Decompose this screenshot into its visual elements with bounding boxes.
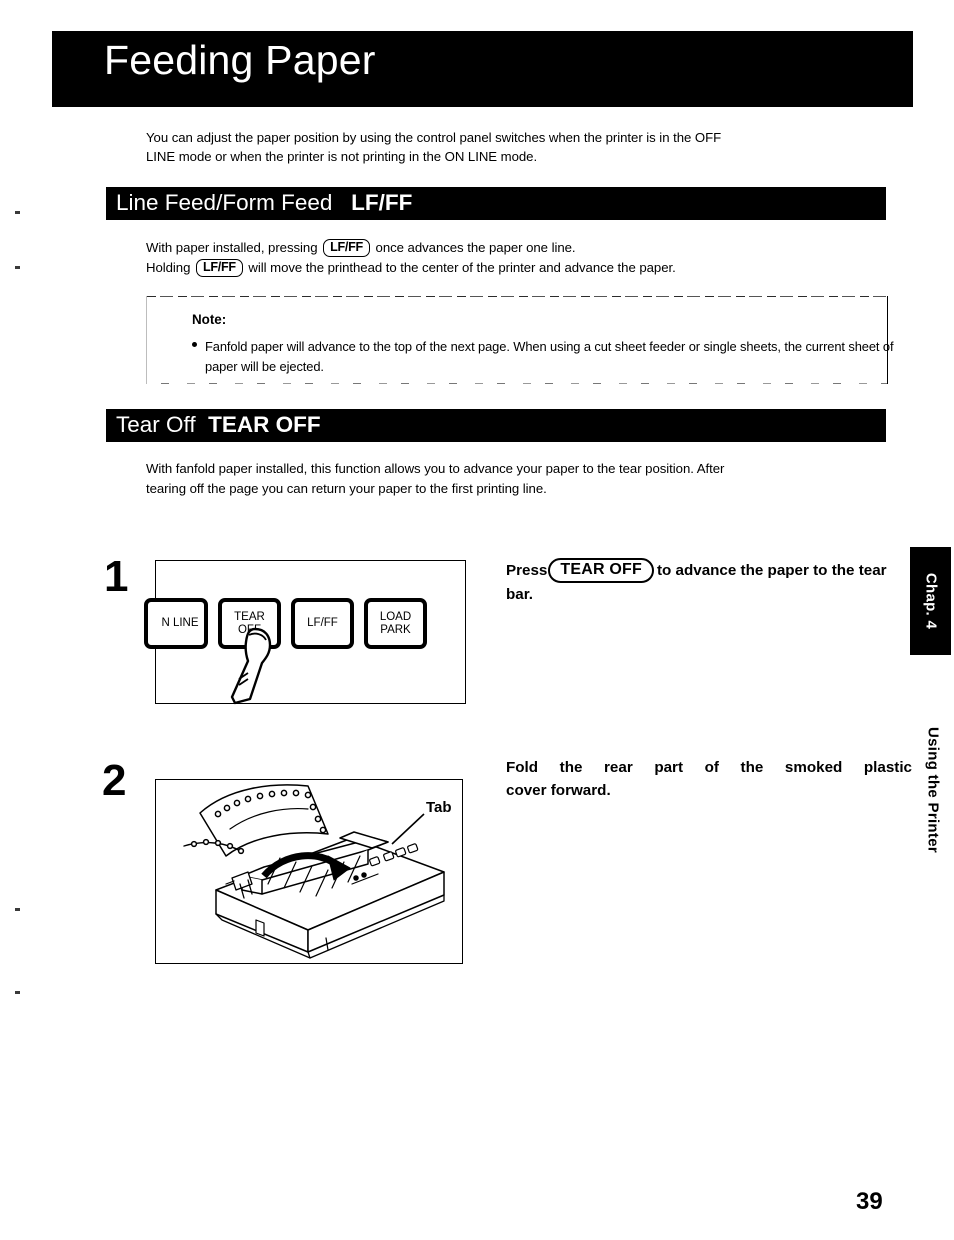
tear-off-keycap-inline[interactable]: TEAR OFF <box>548 558 654 583</box>
section-name-tear-off: Tear Off <box>116 412 196 437</box>
step-number-2: 2 <box>102 756 127 805</box>
intro-paragraph: You can adjust the paper position by usi… <box>146 128 906 166</box>
scan-artifact-mark <box>15 908 20 911</box>
step-2-text-line1: Fold the rear part of the smoked plastic <box>506 759 912 776</box>
chapter-tab: Chap. 4 <box>910 547 951 655</box>
chapter-title-label: Using the Printer <box>924 727 942 853</box>
page-title-band: Feeding Paper <box>52 31 913 107</box>
lf-line1-post: once advances the paper one line. <box>375 240 576 255</box>
line-feed-paragraph: With paper installed, pressing LF/FF onc… <box>146 238 906 278</box>
chapter-title-vertical: Using the Printer <box>921 690 945 890</box>
tear-paragraph-line-2: tearing off the page you can return your… <box>146 481 547 496</box>
intro-line-2: LINE mode or when the printer is not pri… <box>146 149 538 164</box>
note-bullet-text: Fanfold paper will advance to the top of… <box>205 339 894 374</box>
step-1-instruction: Press TEAR OFF to advance the paper to the… <box>506 558 891 606</box>
figure-printer-illustration: Tab <box>155 779 463 964</box>
step-1-text-pre: Press <box>506 562 548 579</box>
section-spacer <box>332 190 351 215</box>
chapter-tab-label: Chap. 4 <box>922 572 939 630</box>
tear-paragraph-line-1: With fanfold paper installed, this funct… <box>146 461 725 476</box>
section-code-lf-ff: LF/FF <box>351 190 413 215</box>
step-2-instruction: Fold the rear part of the smoked plastic… <box>506 756 912 802</box>
lf-line1-pre: With paper installed, pressing <box>146 240 318 255</box>
lf-paragraph-line-1: With paper installed, pressing LF/FF onc… <box>146 238 906 258</box>
lf-paragraph-line-2: Holding LF/FF will move the printhead to… <box>146 258 906 278</box>
note-box: Note: Fanfold paper will advance to the … <box>146 296 894 384</box>
printer-line-drawing: Tab <box>183 784 452 959</box>
section-spacer-2 <box>196 412 209 437</box>
section-header-line-feed: Line Feed/Form Feed LF/FF <box>106 187 886 220</box>
panel-button-lf-ff-label: LF/FF <box>307 617 338 630</box>
section-code-tear-off: TEAR OFF <box>208 412 321 437</box>
scan-artifact-mark <box>15 991 20 994</box>
panel-button-load-park-label: LOAD PARK <box>379 610 412 636</box>
step-2-text-line2: cover forward. <box>506 782 611 799</box>
panel-button-on-line[interactable]: N LINE <box>144 598 208 649</box>
tab-callout-label: Tab <box>426 799 452 816</box>
tab-callout-line <box>391 813 425 845</box>
note-label: Note: <box>192 312 227 327</box>
note-bullet-item: Fanfold paper will advance to the top of… <box>192 337 954 376</box>
section-name-line-feed: Line Feed/Form Feed <box>116 190 333 215</box>
section-header-tear-off: Tear Off TEAR OFF <box>106 409 886 442</box>
lf-line2-post: will move the printhead to the center of… <box>248 260 676 275</box>
intro-line-1: You can adjust the paper position by usi… <box>146 130 722 145</box>
lf-ff-keycap-inline-1[interactable]: LF/FF <box>323 239 370 257</box>
lf-line2-pre: Holding <box>146 260 191 275</box>
step-number-1: 1 <box>104 552 129 601</box>
scan-artifact-mark <box>15 266 20 269</box>
step-1-text-post: to advance the paper to <box>656 562 828 579</box>
scan-artifact-mark <box>15 211 20 214</box>
tear-off-paragraph: With fanfold paper installed, this funct… <box>146 459 906 499</box>
panel-button-lf-ff[interactable]: LF/FF <box>291 598 354 649</box>
figure-control-panel: N LINE TEAR OFF LF/FF LOAD PARK <box>144 560 466 705</box>
page-title: Feeding Paper <box>104 37 376 83</box>
panel-button-load-park[interactable]: LOAD PARK <box>364 598 427 649</box>
section-header-text-tear: Tear Off TEAR OFF <box>116 412 321 438</box>
bullet-dot-icon <box>192 342 197 347</box>
lf-ff-keycap-inline-2[interactable]: LF/FF <box>196 259 243 277</box>
pointing-finger-icon <box>224 627 284 705</box>
panel-button-on-line-label: N LINE <box>161 617 199 630</box>
section-header-text: Line Feed/Form Feed LF/FF <box>116 190 412 216</box>
page-number: 39 <box>856 1188 883 1215</box>
